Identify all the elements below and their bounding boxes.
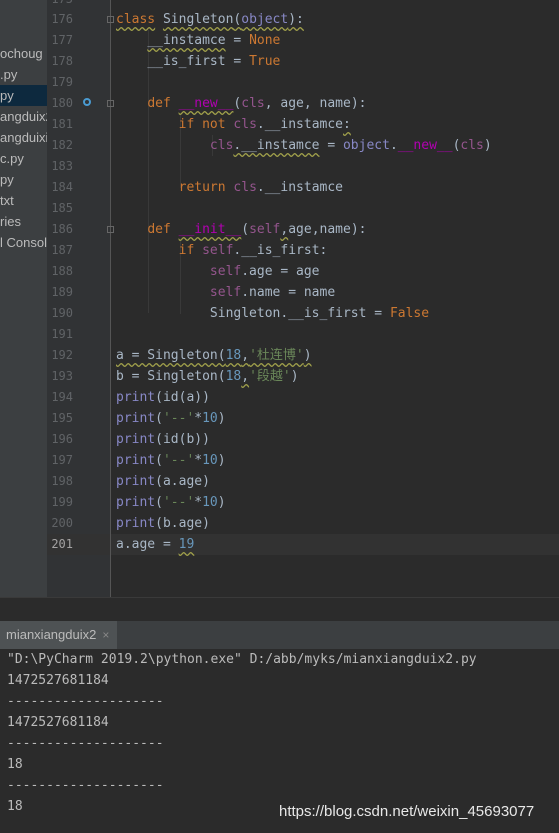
project-item[interactable]: ries — [0, 211, 21, 232]
gutter-separator — [110, 0, 111, 597]
watermark: https://blog.csdn.net/weixin_45693077 — [279, 803, 535, 820]
project-item[interactable]: .py — [0, 64, 17, 85]
line-number: 196 — [51, 432, 73, 446]
console-line: 18 — [7, 799, 23, 814]
run-tab[interactable]: mianxiangduix2 × — [0, 621, 118, 651]
console-line: -------------------- — [7, 736, 164, 751]
fold-marker-icon[interactable] — [107, 226, 114, 233]
code-line: if self.__is_first: — [178, 243, 328, 258]
project-item[interactable]: angduix2 — [0, 106, 47, 127]
line-number: 178 — [51, 54, 73, 68]
line-number: 188 — [51, 264, 73, 278]
line-number-current: 201 — [51, 537, 73, 551]
line-number: 194 — [51, 390, 73, 404]
editor-bottom-area — [0, 597, 559, 622]
code-line: def __init__(self,age,name): — [147, 222, 367, 237]
code-line: return cls.__instamce — [178, 180, 343, 195]
run-tab-bar: mianxiangduix2 × — [0, 621, 559, 651]
line-number: 177 — [51, 33, 73, 47]
fold-marker-icon[interactable] — [107, 16, 114, 23]
code-line: print(id(b)) — [116, 432, 210, 447]
console-line: 18 — [7, 757, 23, 772]
code-line: self.age = age — [209, 264, 320, 279]
code-line: print(a.age) — [116, 474, 210, 489]
close-icon[interactable]: × — [102, 628, 109, 642]
line-number: 187 — [51, 243, 73, 257]
line-number: 183 — [51, 159, 73, 173]
line-number: 189 — [51, 285, 73, 299]
code-line: print(b.age) — [116, 516, 210, 531]
code-line: b = Singleton(18,'段越') — [116, 369, 299, 384]
console-line: 1472527681184 — [7, 715, 109, 730]
line-number: 192 — [51, 348, 73, 362]
run-tab-label: mianxiangduix2 — [6, 627, 97, 642]
line-number: 184 — [51, 180, 73, 194]
line-number: 195 — [51, 411, 73, 425]
code-line: __instamce = None — [147, 33, 281, 48]
code-line: self.name = name — [209, 285, 336, 300]
project-item[interactable]: ochoug — [0, 43, 43, 64]
line-number: 197 — [51, 453, 73, 467]
code-line-current: a.age = 19 — [116, 537, 195, 552]
console-line: "D:\PyCharm 2019.2\python.exe" D:/abb/my… — [7, 652, 477, 667]
line-number: 181 — [51, 117, 73, 131]
code-line: print('--'*10) — [116, 495, 226, 510]
line-number: 179 — [51, 75, 73, 89]
code-line: a = Singleton(18,'杜连博') — [116, 348, 312, 363]
code-line: print('--'*10) — [116, 453, 226, 468]
project-item[interactable]: py — [0, 169, 14, 190]
project-item-selected[interactable]: py — [0, 85, 47, 106]
override-marker-icon[interactable] — [83, 98, 91, 106]
project-item[interactable]: c.py — [0, 148, 24, 169]
line-number: 186 — [51, 222, 73, 236]
project-item[interactable]: txt — [0, 190, 14, 211]
line-number: 185 — [51, 201, 73, 215]
line-number: 199 — [51, 495, 73, 509]
project-panel: ochoug .py py angduix2 angduixi c.py py … — [0, 0, 47, 608]
line-number: 190 — [51, 306, 73, 320]
project-item[interactable]: l Consol — [0, 232, 47, 253]
line-number: 182 — [51, 138, 73, 152]
line-number: 176 — [51, 12, 73, 26]
code-line: print('--'*10) — [116, 411, 226, 426]
code-line: if not cls.__instamce: — [178, 117, 351, 132]
code-line: print(id(a)) — [116, 390, 210, 405]
code-line: cls.__instamce = object.__new__(cls) — [209, 138, 492, 153]
fold-marker-icon[interactable] — [107, 100, 114, 107]
code-line: def __new__(cls, age, name): — [147, 96, 367, 111]
line-number: 180 — [51, 96, 73, 110]
line-number: 198 — [51, 474, 73, 488]
console-line: -------------------- — [7, 694, 164, 709]
project-item[interactable]: angduixi — [0, 127, 47, 148]
code-line: __is_first = True — [147, 54, 281, 69]
code-line: class Singleton(object): — [116, 12, 304, 27]
line-number: 200 — [51, 516, 73, 530]
line-number: 191 — [51, 327, 73, 341]
console-line: 1472527681184 — [7, 673, 109, 688]
line-number: 193 — [51, 369, 73, 383]
console-line: -------------------- — [7, 778, 164, 793]
code-line: Singleton.__is_first = False — [209, 306, 430, 321]
